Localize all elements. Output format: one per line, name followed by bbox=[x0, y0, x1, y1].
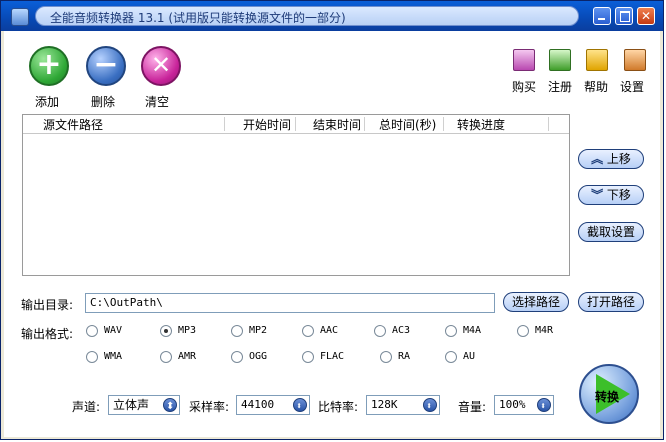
double-chevron-down-icon: ︾ bbox=[591, 188, 604, 202]
title-box: 全能音频转换器 13.1 (试用版只能转换源文件的一部分) bbox=[35, 6, 579, 26]
format-radio-ra[interactable] bbox=[380, 351, 392, 363]
col-divider bbox=[364, 117, 365, 131]
format-radio-wav[interactable] bbox=[86, 325, 98, 337]
col-source-path[interactable]: 源文件路径 bbox=[43, 116, 103, 133]
bitrate-value: 128K bbox=[371, 398, 398, 411]
app-icon bbox=[11, 8, 29, 26]
col-end-time[interactable]: 结束时间 bbox=[313, 116, 361, 133]
sample-rate-label: 采样率: bbox=[189, 400, 230, 414]
buy-label: 购买 bbox=[512, 80, 537, 94]
move-down-label: 下移 bbox=[606, 188, 631, 202]
delete-button[interactable]: − bbox=[86, 46, 126, 86]
sample-rate-value: 44100 bbox=[241, 398, 275, 411]
format-radio-mp2[interactable] bbox=[231, 325, 243, 337]
format-radio-m4r[interactable] bbox=[517, 325, 529, 337]
close-button[interactable]: ✕ bbox=[637, 7, 655, 25]
format-radio-aac[interactable] bbox=[302, 325, 314, 337]
minimize-icon bbox=[598, 18, 605, 20]
double-chevron-up-icon: ︽ bbox=[591, 152, 604, 166]
col-total-time[interactable]: 总时间(秒) bbox=[379, 116, 436, 133]
app-window: 全能音频转换器 13.1 (试用版只能转换源文件的一部分) ✕ + 添加 − 删… bbox=[0, 0, 664, 440]
minimize-button[interactable] bbox=[593, 7, 611, 25]
move-up-button[interactable]: ︽ 上移 bbox=[578, 149, 644, 169]
col-divider bbox=[548, 117, 549, 131]
window-title: 全能音频转换器 13.1 (试用版只能转换源文件的一部分) bbox=[50, 11, 346, 25]
plus-icon: + bbox=[36, 47, 62, 82]
volume-label: 音量: bbox=[458, 400, 487, 414]
col-start-time[interactable]: 开始时间 bbox=[243, 116, 291, 133]
output-dir-field[interactable]: C:\OutPath\ bbox=[85, 293, 495, 313]
key-icon[interactable] bbox=[549, 49, 571, 71]
format-label-wma: WMA bbox=[104, 351, 123, 362]
maximize-button[interactable] bbox=[615, 7, 633, 25]
convert-button[interactable]: 转换 bbox=[579, 364, 639, 424]
format-label-flac: FLAC bbox=[320, 351, 345, 362]
format-radio-ogg[interactable] bbox=[231, 351, 243, 363]
channel-select[interactable]: 立体声 bbox=[108, 395, 180, 416]
minus-icon: − bbox=[93, 47, 119, 82]
channel-label: 声道: bbox=[72, 400, 101, 414]
format-radio-au[interactable] bbox=[445, 351, 457, 363]
format-label-mp2: MP2 bbox=[249, 325, 268, 336]
settings-icon[interactable] bbox=[624, 49, 646, 71]
delete-label: 删除 bbox=[91, 95, 116, 109]
bitrate-label: 比特率: bbox=[318, 400, 359, 414]
select-arrow-icon bbox=[163, 398, 177, 416]
settings-label: 设置 bbox=[620, 80, 645, 94]
output-dir-label: 输出目录: bbox=[21, 298, 74, 312]
choose-path-button[interactable]: 选择路径 bbox=[503, 292, 569, 312]
col-divider bbox=[295, 117, 296, 131]
output-format-label: 输出格式: bbox=[21, 327, 74, 341]
format-radio-wma[interactable] bbox=[86, 351, 98, 363]
volume-select[interactable]: 100% bbox=[494, 395, 554, 416]
clear-label: 清空 bbox=[145, 95, 170, 109]
close-icon: ✕ bbox=[640, 9, 652, 23]
select-arrow-icon bbox=[293, 398, 307, 416]
cart-icon[interactable] bbox=[513, 49, 535, 71]
format-label-wav: WAV bbox=[104, 325, 123, 336]
format-label-ra: RA bbox=[398, 351, 411, 362]
help-label: 帮助 bbox=[584, 80, 609, 94]
col-progress[interactable]: 转换进度 bbox=[457, 116, 505, 133]
format-label-aac: AAC bbox=[320, 325, 339, 336]
move-up-label: 上移 bbox=[606, 152, 631, 166]
format-label-ogg: OGG bbox=[249, 351, 268, 362]
cut-settings-label: 截取设置 bbox=[586, 225, 635, 239]
format-radio-flac[interactable] bbox=[302, 351, 314, 363]
format-radio-mp3[interactable] bbox=[160, 325, 172, 337]
register-label: 注册 bbox=[548, 80, 573, 94]
table-header: 源文件路径 开始时间 结束时间 总时间(秒) 转换进度 bbox=[23, 115, 569, 134]
format-label-ac3: AC3 bbox=[392, 325, 411, 336]
main-panel: + 添加 − 删除 ✕ 清空 购买 注册 帮助 设置 源文件路径 开始时间 结束… bbox=[4, 31, 660, 437]
help-icon[interactable] bbox=[586, 49, 608, 71]
select-arrow-icon bbox=[537, 398, 551, 416]
move-down-button[interactable]: ︾ 下移 bbox=[578, 185, 644, 205]
add-button[interactable]: + bbox=[29, 46, 69, 86]
format-radio-amr[interactable] bbox=[160, 351, 172, 363]
maximize-icon bbox=[620, 11, 630, 22]
format-label-mp3: MP3 bbox=[178, 325, 197, 336]
file-table[interactable]: 源文件路径 开始时间 结束时间 总时间(秒) 转换进度 bbox=[22, 114, 570, 276]
format-label-amr: AMR bbox=[178, 351, 197, 362]
channel-value: 立体声 bbox=[113, 398, 150, 412]
format-label-m4a: M4A bbox=[463, 325, 482, 336]
clear-button[interactable]: ✕ bbox=[141, 46, 181, 86]
title-bar: 全能音频转换器 13.1 (试用版只能转换源文件的一部分) ✕ bbox=[1, 1, 663, 31]
format-radio-m4a[interactable] bbox=[445, 325, 457, 337]
volume-value: 100% bbox=[499, 398, 526, 411]
format-label-m4r: M4R bbox=[535, 325, 554, 336]
convert-label: 转换 bbox=[595, 390, 620, 404]
format-label-au: AU bbox=[463, 351, 476, 362]
sample-rate-select[interactable]: 44100 bbox=[236, 395, 310, 416]
bitrate-select[interactable]: 128K bbox=[366, 395, 440, 416]
col-divider bbox=[443, 117, 444, 131]
col-divider bbox=[224, 117, 225, 131]
select-arrow-icon bbox=[423, 398, 437, 416]
add-label: 添加 bbox=[35, 95, 60, 109]
format-radio-ac3[interactable] bbox=[374, 325, 386, 337]
cut-settings-button[interactable]: 截取设置 bbox=[578, 222, 644, 242]
x-icon: ✕ bbox=[150, 51, 172, 79]
open-path-button[interactable]: 打开路径 bbox=[578, 292, 644, 312]
